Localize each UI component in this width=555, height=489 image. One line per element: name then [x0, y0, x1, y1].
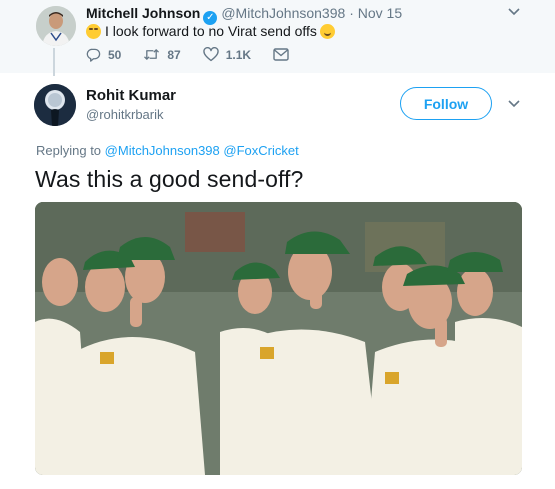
- retweet-button[interactable]: 87: [143, 47, 181, 62]
- tweet-text: Was this a good send-off?: [35, 166, 304, 192]
- chevron-down-icon[interactable]: [507, 7, 521, 17]
- reply-icon: [86, 48, 101, 62]
- smirking-face-emoji: [319, 24, 335, 39]
- parent-tweet-text: I look forward to no Virat send offs: [86, 23, 335, 39]
- replying-to: Replying to @MitchJohnson398 @FoxCricket: [36, 143, 299, 158]
- avatar[interactable]: [36, 6, 76, 46]
- replying-to-prefix: Replying to: [36, 143, 102, 158]
- tweet-date[interactable]: Nov 15: [358, 5, 402, 21]
- follow-button[interactable]: Follow: [400, 87, 492, 120]
- author-handle[interactable]: @rohitkrbarik: [86, 107, 164, 122]
- reply-button[interactable]: 50: [86, 47, 121, 62]
- avatar[interactable]: [34, 84, 76, 126]
- chevron-down-icon[interactable]: [507, 99, 521, 109]
- tweet-text-body: I look forward to no Virat send offs: [105, 23, 317, 39]
- thread-connector-line: [53, 48, 55, 76]
- retweet-count: 87: [167, 47, 181, 62]
- author-name[interactable]: Rohit Kumar: [86, 87, 176, 104]
- author-name[interactable]: Mitchell Johnson: [86, 5, 200, 21]
- tweet-photo[interactable]: [35, 202, 522, 475]
- like-button[interactable]: 1.1K: [203, 47, 251, 62]
- heart-icon: [203, 47, 219, 62]
- reply-count: 50: [108, 47, 122, 62]
- tweet-actions: 50 87 1.1K: [86, 47, 318, 62]
- retweet-icon: [144, 49, 160, 60]
- envelope-icon: [273, 48, 289, 61]
- like-count: 1.1K: [225, 47, 252, 62]
- rolling-on-floor-laughing-emoji: [86, 24, 101, 39]
- parent-tweet: Mitchell Johnson ✓ @MitchJohnson398 · Nov …: [0, 0, 555, 76]
- mention-link[interactable]: @MitchJohnson398: [105, 143, 220, 158]
- direct-message-button[interactable]: [273, 48, 296, 61]
- mention-link[interactable]: @FoxCricket: [223, 143, 298, 158]
- separator-dot: ·: [349, 5, 354, 21]
- parent-tweet-header: Mitchell Johnson ✓ @MitchJohnson398 · Nov …: [86, 5, 402, 25]
- author-handle[interactable]: @MitchJohnson398: [221, 5, 345, 21]
